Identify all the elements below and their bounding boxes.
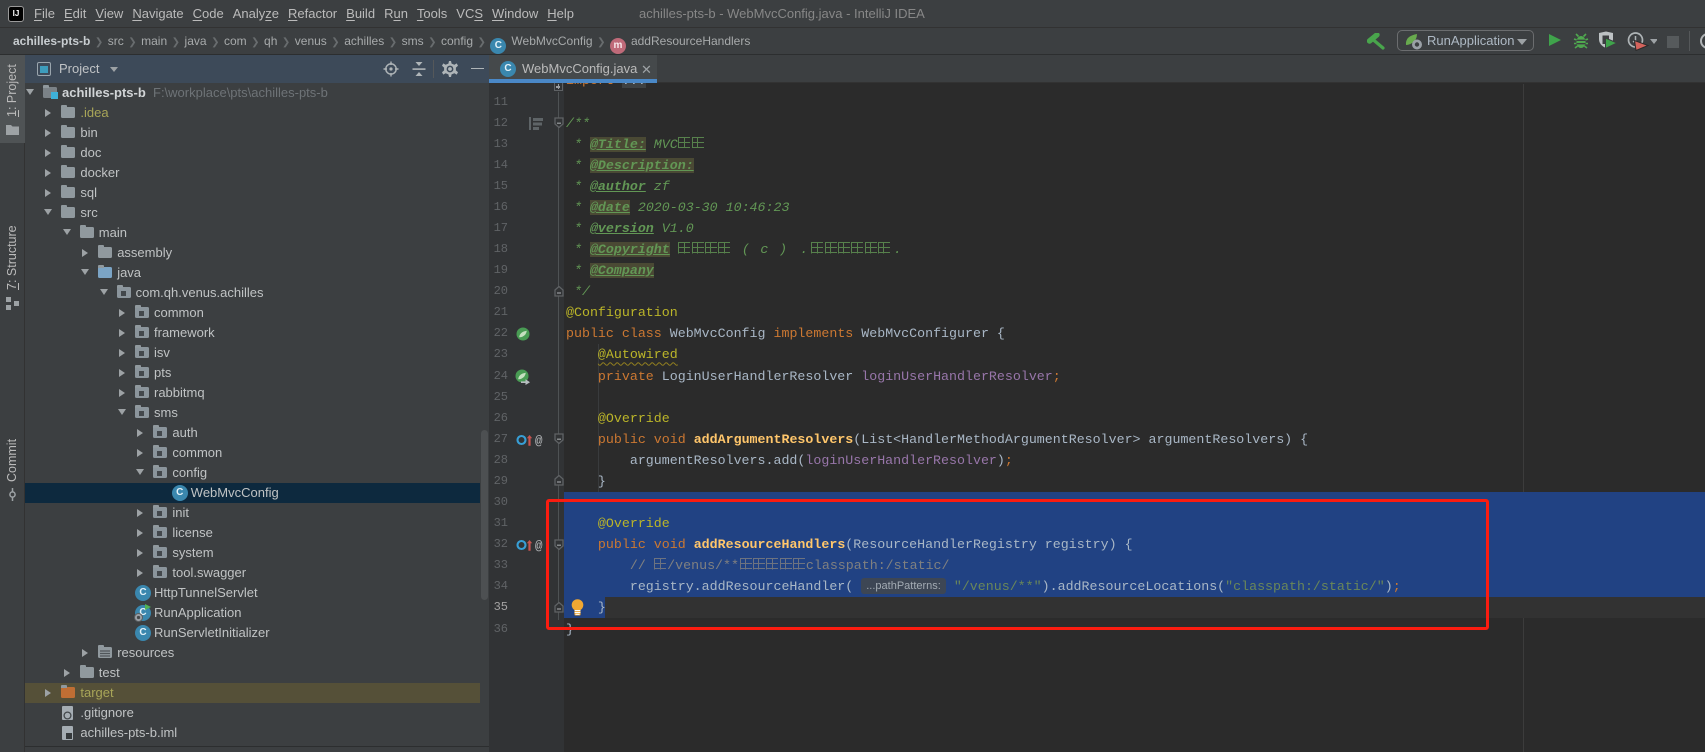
svg-text:@: @ bbox=[535, 434, 543, 447]
svg-text:@: @ bbox=[535, 540, 543, 553]
